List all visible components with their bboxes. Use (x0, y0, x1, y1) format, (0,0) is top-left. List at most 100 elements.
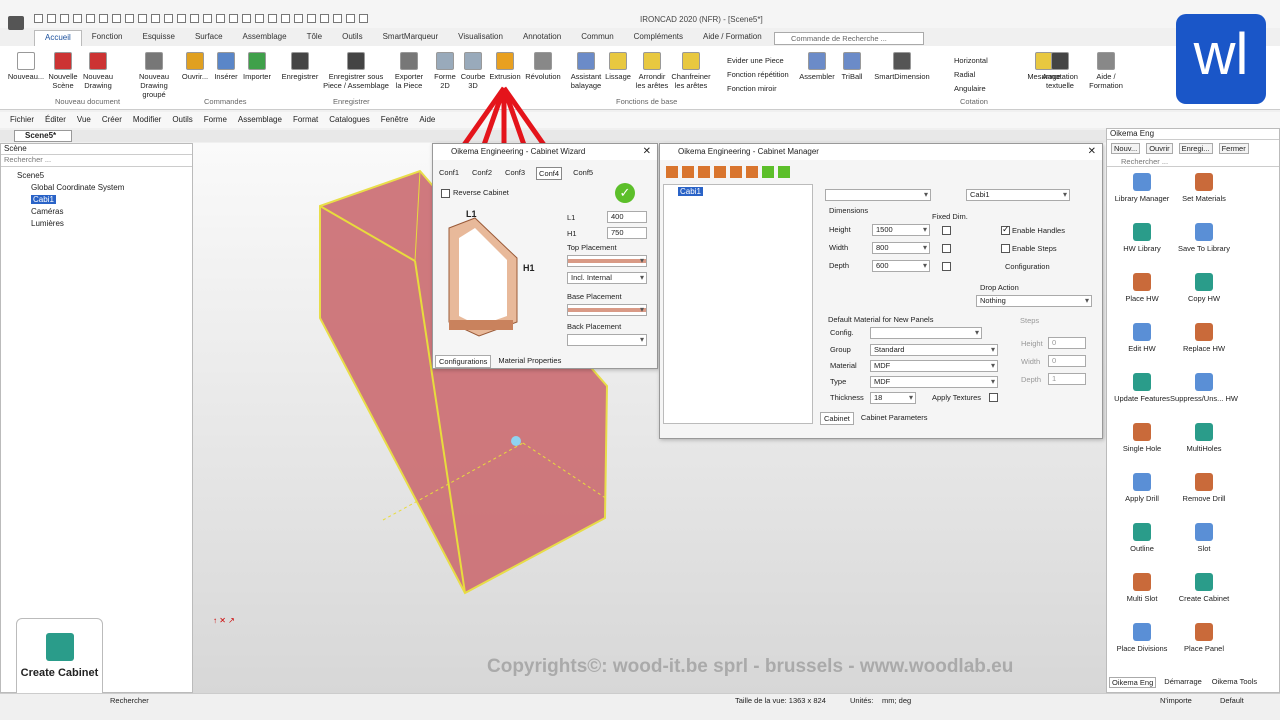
menu-item-3[interactable]: Créer (102, 112, 122, 128)
reverse-cabinet-checkbox[interactable] (441, 189, 450, 198)
tab-3[interactable]: Surface (185, 30, 233, 46)
fixed-depth-checkbox[interactable] (942, 262, 951, 271)
conf-tab-4[interactable]: Conf4 (536, 167, 563, 180)
base-placement-select[interactable] (567, 304, 647, 316)
height-input[interactable]: 1500 (872, 224, 930, 236)
config-select[interactable] (870, 327, 982, 339)
tool-0[interactable]: Library Manager (1107, 173, 1177, 203)
command-search-input[interactable]: Commande de Recherche ... (774, 32, 924, 45)
tab-11[interactable]: Compléments (624, 30, 693, 46)
menu-item-6[interactable]: Forme (204, 112, 227, 128)
tool-16[interactable]: Multi Slot (1107, 573, 1177, 603)
oikema-tab-0[interactable]: Oikema Eng (1109, 677, 1157, 688)
tree-item-scene5[interactable]: Scene5 (5, 170, 192, 182)
tool-17[interactable]: Create Cabinet (1169, 573, 1239, 603)
tab-cabinet-parameters[interactable]: Cabinet Parameters (858, 412, 931, 425)
selection-filter[interactable]: N'importe (1160, 694, 1192, 707)
tree-item-cabi1[interactable]: Cabi1 (5, 194, 192, 206)
group-select[interactable]: Standard (870, 344, 998, 356)
status-search[interactable]: Rechercher (110, 694, 149, 707)
conf-tab-5[interactable]: Conf5 (571, 167, 595, 180)
oikema-tab-2[interactable]: Oikema Tools (1210, 677, 1259, 688)
steps-height-input[interactable]: 0 (1048, 337, 1086, 349)
tool-4[interactable]: Place HW (1107, 273, 1177, 303)
oikema-top-0[interactable]: Nouv... (1111, 143, 1141, 154)
ribbon-small-2[interactable]: Fonction miroir (727, 84, 777, 93)
ribbon-button-16[interactable]: Arrondir les arêtes (634, 50, 670, 90)
tool-1[interactable]: Set Materials (1169, 173, 1239, 203)
style-select[interactable]: Default (1220, 694, 1244, 707)
tab-1[interactable]: Fonction (82, 30, 133, 46)
menu-item-0[interactable]: Fichier (10, 112, 34, 128)
conf-tab-3[interactable]: Conf3 (503, 167, 527, 180)
tool-11[interactable]: MultiHoles (1169, 423, 1239, 453)
ribbon-button-5[interactable]: Insérer (212, 50, 240, 81)
tool-7[interactable]: Replace HW (1169, 323, 1239, 353)
tab-2[interactable]: Esquisse (132, 30, 184, 46)
configuration-button[interactable]: Configuration (1005, 262, 1050, 271)
ribbon-button-7[interactable]: Enregistrer (280, 50, 320, 81)
h1-input[interactable]: 750 (607, 227, 647, 239)
tool-2[interactable]: HW Library (1107, 223, 1177, 253)
oikema-top-2[interactable]: Enregi... (1178, 143, 1213, 154)
thickness-select[interactable]: 18 (870, 392, 916, 404)
enable-steps-checkbox[interactable] (1001, 244, 1010, 253)
tool-3[interactable]: Save To Library (1169, 223, 1239, 253)
ribbon-button-4[interactable]: Ouvrir... (180, 50, 210, 81)
tree-item-cameras[interactable]: Caméras (5, 206, 192, 218)
fixed-width-checkbox[interactable] (942, 244, 951, 253)
top-placement-select[interactable] (567, 255, 647, 267)
tab-12[interactable]: Aide / Formation (693, 30, 772, 46)
menu-item-7[interactable]: Assemblage (238, 112, 282, 128)
scene-search-input[interactable]: Rechercher ... (1, 155, 192, 167)
tab-9[interactable]: Annotation (513, 30, 571, 46)
tool-15[interactable]: Slot (1169, 523, 1239, 553)
steps-width-input[interactable]: 0 (1048, 355, 1086, 367)
cabinet-name-select[interactable]: Cabi1 (966, 189, 1070, 201)
tool-18[interactable]: Place Divisions (1107, 623, 1177, 653)
tool-9[interactable]: Suppress/Uns... HW (1169, 373, 1239, 403)
incl-internal-select[interactable]: Incl. Internal (567, 272, 647, 284)
tool-19[interactable]: Place Panel (1169, 623, 1239, 653)
menu-item-4[interactable]: Modifier (133, 112, 161, 128)
enable-handles-checkbox[interactable] (1001, 224, 1010, 235)
l1-input[interactable]: 400 (607, 211, 647, 223)
quick-access-toolbar[interactable] (34, 14, 368, 23)
ribbon-small-3[interactable]: Horizontal (954, 56, 988, 65)
conf-tab-1[interactable]: Conf1 (437, 167, 461, 180)
ribbon-button-0[interactable]: Nouveau... (6, 50, 46, 81)
close-icon[interactable]: ✕ (643, 144, 651, 160)
tool-14[interactable]: Outline (1107, 523, 1177, 553)
menu-item-1[interactable]: Éditer (45, 112, 66, 128)
document-tab[interactable]: Scene5* (14, 130, 72, 142)
ribbon-button-9[interactable]: Exporter la Piece (392, 50, 426, 90)
ribbon-small-1[interactable]: Fonction répétition (727, 70, 789, 79)
menu-item-10[interactable]: Fenêtre (381, 112, 409, 128)
fixed-height-checkbox[interactable] (942, 226, 951, 235)
ribbon-small-0[interactable]: Evider une Piece (727, 56, 784, 65)
oikema-top-3[interactable]: Fermer (1218, 143, 1249, 154)
menu-item-5[interactable]: Outils (172, 112, 192, 128)
tool-5[interactable]: Copy HW (1169, 273, 1239, 303)
tab-configurations[interactable]: Configurations (435, 355, 492, 368)
steps-depth-input[interactable]: 1 (1048, 373, 1086, 385)
ribbon-small-4[interactable]: Radial (954, 70, 975, 79)
tab-0[interactable]: Accueil (34, 30, 82, 46)
tool-12[interactable]: Apply Drill (1107, 473, 1177, 503)
menu-item-9[interactable]: Catalogues (329, 112, 369, 128)
confirm-check-icon[interactable]: ✓ (615, 183, 635, 203)
menu-item-11[interactable]: Aide (419, 112, 435, 128)
oikema-search-input[interactable]: Rechercher ... (1107, 157, 1279, 167)
cabinet-type-select[interactable] (825, 189, 931, 201)
oikema-tab-1[interactable]: Démarrage (1162, 677, 1204, 688)
tab-cabinet[interactable]: Cabinet (820, 412, 854, 425)
tool-10[interactable]: Single Hole (1107, 423, 1177, 453)
tab-8[interactable]: Visualisation (448, 30, 513, 46)
close-icon[interactable]: ✕ (1088, 144, 1096, 160)
depth-input[interactable]: 600 (872, 260, 930, 272)
ribbon-button-23[interactable]: Aide / Formation (1086, 50, 1126, 90)
ribbon-small-5[interactable]: Angulaire (954, 84, 986, 93)
ribbon-button-6[interactable]: Importer (240, 50, 274, 81)
tab-5[interactable]: Tôle (297, 30, 333, 46)
ribbon-button-12[interactable]: Extrusion (488, 50, 522, 81)
